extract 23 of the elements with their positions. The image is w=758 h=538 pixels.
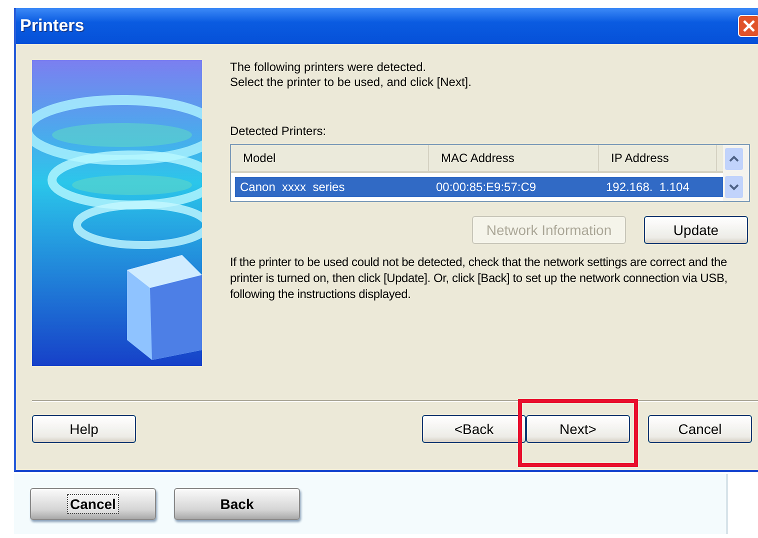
- column-header[interactable]: Model: [231, 145, 429, 171]
- update-button[interactable]: Update: [644, 216, 748, 244]
- detected-printers-label: Detected Printers:: [230, 124, 328, 138]
- dialog-button[interactable]: Cancel: [648, 415, 752, 443]
- printer-list[interactable]: Model MAC Address IP Address Canon xxxx series 00:00:85:E9:57:C9 192.168. 1.104: [230, 144, 750, 202]
- scroll-up-icon[interactable]: [725, 148, 743, 170]
- lower-button[interactable]: Back: [174, 488, 300, 520]
- dialog-button[interactable]: <Back: [422, 415, 526, 443]
- column-header[interactable]: MAC Address: [429, 145, 599, 171]
- table-cell-text: Canon xxxx series: [239, 179, 346, 196]
- table-cell-text: 192.168. 1.104: [605, 179, 690, 196]
- column-header[interactable]: IP Address: [599, 145, 717, 171]
- dialog-button[interactable]: Help: [32, 415, 136, 443]
- help-text: If the printer to be used could not be detected, check that the network settings are correct and the printer is turned on, then click [Update]. Or, click [Back] to set up the network connection via USB, following the instructions displayed.: [230, 254, 728, 302]
- window-title: Printers: [20, 16, 84, 36]
- dialog-button[interactable]: Next>: [526, 415, 630, 443]
- intro-text: The following printers were detected.: [230, 60, 428, 75]
- close-icon[interactable]: [738, 15, 758, 37]
- intro-text: Select the printer to be used, and click [Next].: [230, 75, 472, 90]
- printer-row[interactable]: Canon xxxx series 00:00:85:E9:57:C9 192.168. 1.104: [235, 177, 723, 197]
- scroll-down-icon[interactable]: [725, 176, 743, 198]
- lower-button[interactable]: Cancel: [30, 488, 156, 520]
- table-cell-text: 00:00:85:E9:57:C9: [435, 179, 538, 196]
